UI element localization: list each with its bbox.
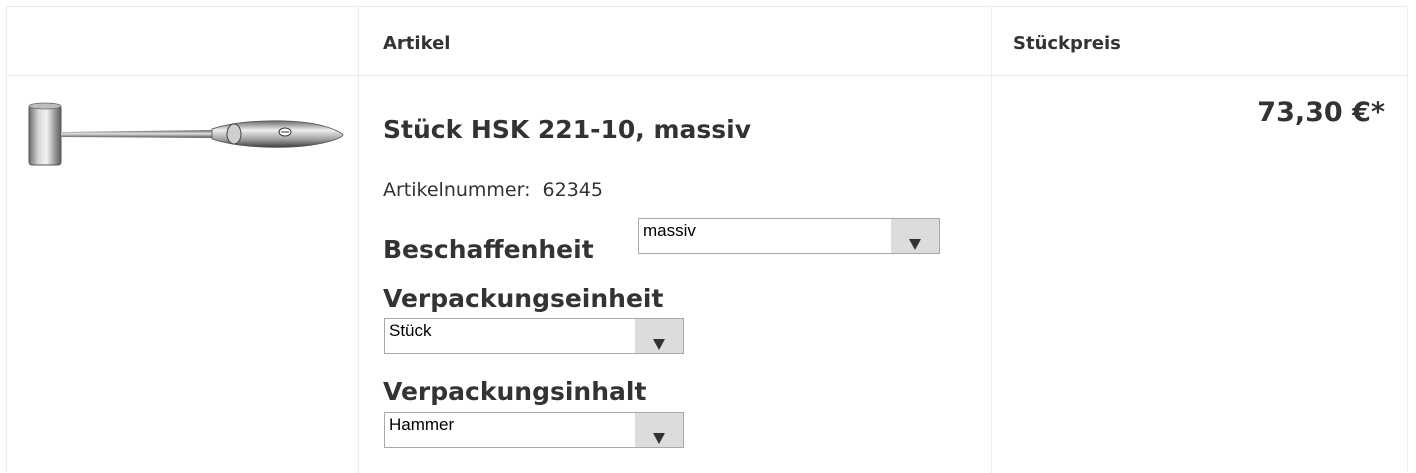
verpackungsinhalt-select-value: Hammer	[389, 415, 455, 434]
select-arrow	[635, 319, 683, 353]
beschaffenheit-select[interactable]: massiv	[638, 218, 940, 254]
chevron-down-icon	[909, 239, 921, 250]
header-article: Artikel	[383, 33, 451, 54]
beschaffenheit-select-value: massiv	[643, 221, 696, 240]
column-divider	[358, 7, 359, 473]
option-label-beschaffenheit: Beschaffenheit	[383, 235, 594, 264]
article-number-row: Artikelnummer: 62345	[383, 179, 603, 201]
verpackungseinheit-select[interactable]: Stück	[384, 318, 684, 354]
chevron-down-icon	[653, 339, 665, 350]
option-label-verpackungsinhalt: Verpackungsinhalt	[383, 377, 647, 406]
verpackungsinhalt-select[interactable]: Hammer	[384, 412, 684, 448]
article-number-value: 62345	[542, 179, 603, 201]
header-unit-price: Stückpreis	[1013, 33, 1121, 54]
article-number-label: Artikelnummer:	[383, 179, 531, 201]
table-header-row: Artikel Stückpreis	[7, 7, 1407, 76]
verpackungseinheit-select-value: Stück	[389, 321, 432, 340]
option-label-verpackungseinheit: Verpackungseinheit	[383, 284, 664, 313]
product-title[interactable]: Stück HSK 221-10, massiv	[383, 115, 751, 144]
unit-price: 73,30 €*	[1257, 97, 1385, 128]
chevron-down-icon	[653, 433, 665, 444]
column-divider	[991, 7, 992, 473]
select-arrow	[635, 413, 683, 447]
select-arrow	[891, 219, 939, 253]
product-table: Artikel Stückpreis Stück HSK 221-10, mas…	[6, 6, 1408, 473]
hammer-product-image[interactable]	[27, 101, 345, 167]
